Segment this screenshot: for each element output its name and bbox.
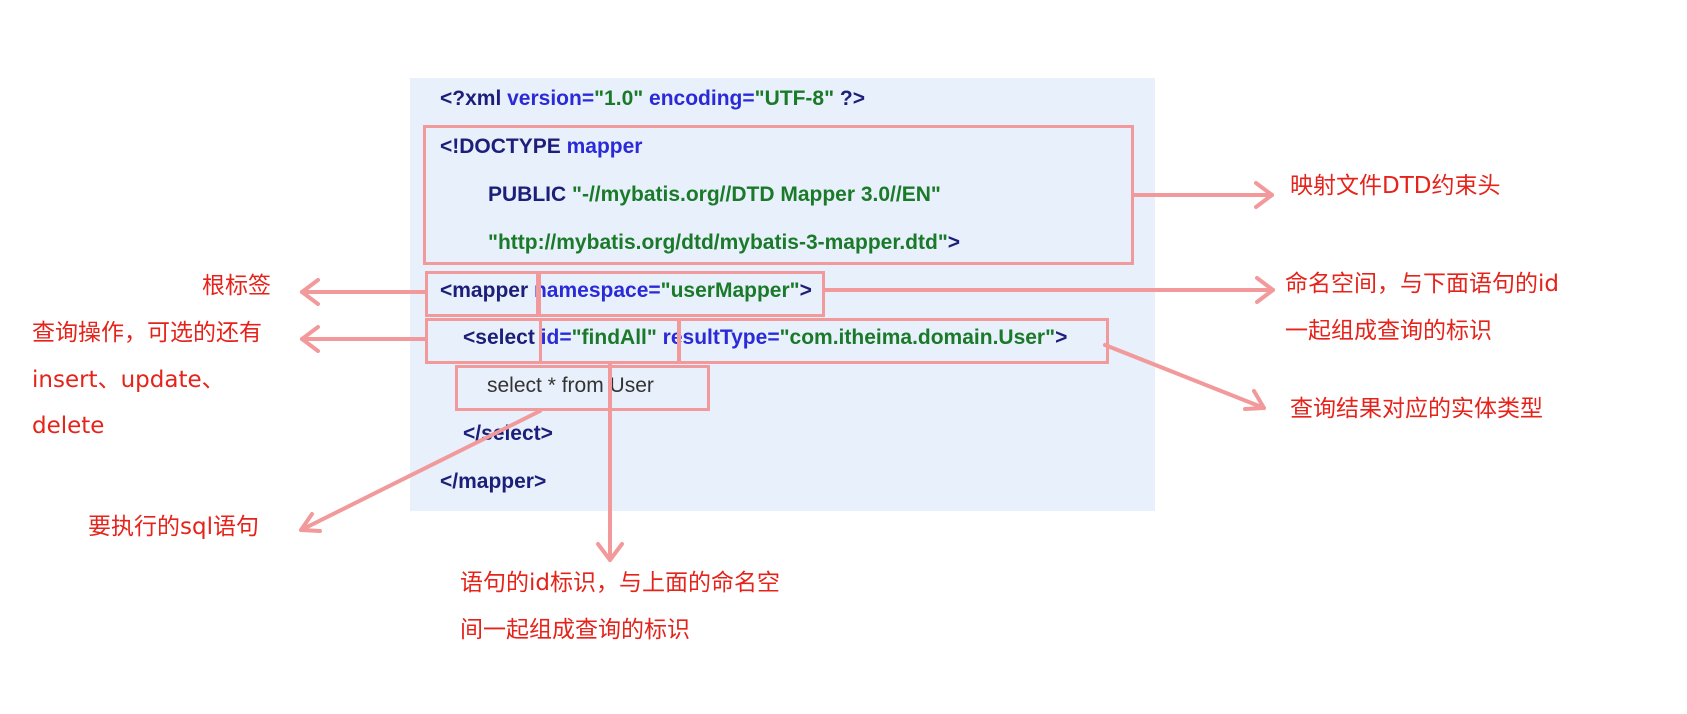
note-query-op-line-2: insert、update、	[32, 367, 225, 393]
arrow-dtd-header	[1132, 181, 1274, 209]
note-dtd-header: 映射文件DTD约束头	[1290, 173, 1501, 199]
arrows-layer	[299, 181, 1275, 562]
arrow-id-note	[596, 362, 624, 562]
note-id-line-2: 间一起组成查询的标识	[460, 617, 690, 643]
arrow-root-tag	[300, 278, 427, 306]
note-id-line-1: 语句的id标识，与上面的命名空	[460, 570, 780, 596]
arrow-result-type	[1103, 343, 1266, 411]
note-root-tag: 根标签	[202, 273, 271, 299]
note-namespace-line-1: 命名空间，与下面语句的id	[1285, 271, 1559, 297]
note-query-op-line-3: delete	[32, 413, 105, 439]
note-sql-stmt: 要执行的sql语句	[88, 514, 259, 540]
note-result-type: 查询结果对应的实体类型	[1290, 396, 1543, 422]
note-namespace-line-2: 一起组成查询的标识	[1285, 318, 1492, 344]
arrow-query-op	[300, 325, 427, 353]
arrow-sql-stmt	[299, 409, 542, 533]
arrow-namespace	[823, 276, 1275, 304]
note-query-op-line-1: 查询操作，可选的还有	[32, 320, 262, 346]
